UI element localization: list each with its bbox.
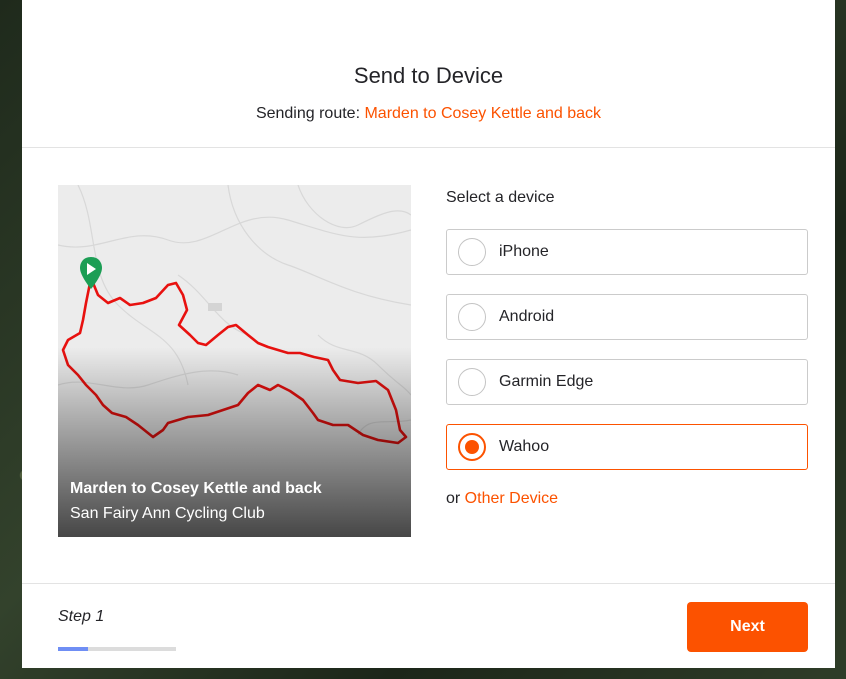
device-option-wahoo[interactable]: Wahoo	[446, 424, 808, 470]
device-option-label: Garmin Edge	[499, 373, 594, 390]
other-device-prefix: or	[446, 490, 465, 507]
dialog-footer: Step 1 Next	[22, 583, 835, 668]
map-blob	[208, 303, 222, 311]
other-device-line: or Other Device	[446, 489, 808, 509]
device-option-label: Wahoo	[499, 438, 550, 455]
radio-button-icon[interactable]	[458, 368, 486, 396]
dialog-title: Send to Device	[353, 63, 504, 88]
device-selection: Select a device iPhone Android Garmin Ed…	[446, 188, 808, 509]
step-progress-fill	[58, 647, 88, 651]
route-map-preview: Marden to Cosey Kettle and back San Fair…	[58, 185, 411, 537]
other-device-link[interactable]: Other Device	[465, 490, 558, 507]
device-select-label: Select a device	[446, 189, 555, 206]
device-option-android[interactable]: Android	[446, 294, 808, 340]
step-indicator: Step 1	[58, 608, 105, 625]
device-option-label: iPhone	[499, 243, 549, 260]
step-progress-bar	[58, 647, 176, 651]
radio-button-icon[interactable]	[458, 238, 486, 266]
radio-button-selected-icon[interactable]	[458, 433, 486, 461]
map-club-name: San Fairy Ann Cycling Club	[70, 505, 265, 522]
subtitle-prefix: Sending route:	[255, 105, 365, 122]
dialog-subtitle: Sending route: Marden to Cosey Kettle an…	[22, 104, 835, 124]
device-option-iphone[interactable]: iPhone	[446, 229, 808, 275]
dialog-header: Send to Device Sending route: Marden to …	[22, 0, 835, 148]
device-option-garmin-edge[interactable]: Garmin Edge	[446, 359, 808, 405]
send-to-device-dialog: Send to Device Sending route: Marden to …	[22, 0, 835, 668]
next-button[interactable]: Next	[687, 602, 808, 652]
device-option-label: Android	[499, 308, 555, 325]
map-route-name: Marden to Cosey Kettle and back	[70, 480, 322, 497]
radio-button-icon[interactable]	[458, 303, 486, 331]
route-link[interactable]: Marden to Cosey Kettle and back	[364, 105, 601, 122]
dialog-body: Marden to Cosey Kettle and back San Fair…	[22, 148, 835, 582]
